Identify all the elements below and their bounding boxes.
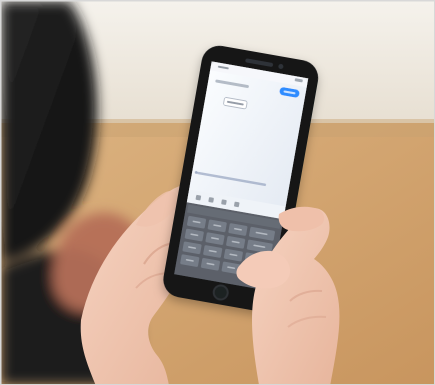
- toolbar-icon-2[interactable]: [208, 197, 214, 203]
- photo-scene: [1, 1, 434, 384]
- photo-frame: [0, 0, 435, 385]
- toolbar-icon-4[interactable]: [234, 201, 240, 208]
- toolbar-icon-1[interactable]: [195, 194, 202, 201]
- toolbar-icon-3[interactable]: [221, 199, 227, 205]
